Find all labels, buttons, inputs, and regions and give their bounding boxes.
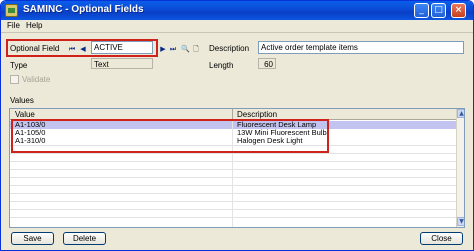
- close-window-button[interactable]: ×: [451, 3, 466, 18]
- row-divider: [10, 217, 456, 218]
- row-divider: [10, 161, 456, 162]
- length-label: Length: [209, 61, 234, 70]
- window-title: SAMINC - Optional Fields: [23, 4, 144, 15]
- menu-help[interactable]: Help: [26, 21, 42, 30]
- optional-fields-window: SAMINC - Optional Fields _ □ × File Help…: [0, 0, 474, 251]
- title-bar[interactable]: SAMINC - Optional Fields _ □ ×: [1, 1, 473, 20]
- description-field[interactable]: Active order template items: [258, 41, 464, 54]
- app-icon: [5, 4, 18, 17]
- menu-file[interactable]: File: [7, 21, 20, 30]
- validate-label: Validate: [22, 75, 51, 84]
- minimize-button[interactable]: _: [414, 3, 429, 18]
- row-divider: [10, 185, 456, 186]
- finder-icon[interactable]: 🔍: [181, 45, 190, 53]
- next-record-icon[interactable]: ▶: [159, 45, 167, 53]
- optional-field-label: Optional Field: [10, 44, 60, 53]
- type-field: Text: [91, 58, 153, 69]
- save-button[interactable]: Save: [11, 232, 54, 245]
- maximize-button[interactable]: □: [431, 3, 446, 18]
- delete-button[interactable]: Delete: [63, 232, 106, 245]
- row-divider: [10, 201, 456, 202]
- column-header-value[interactable]: Value: [15, 110, 35, 119]
- previous-record-icon[interactable]: ◀: [79, 45, 87, 53]
- new-document-icon[interactable]: 🗋: [192, 45, 200, 53]
- menu-bar: File Help: [1, 20, 473, 32]
- optional-field-input[interactable]: ACTIVE: [91, 41, 153, 54]
- row-divider: [10, 209, 456, 210]
- scroll-down-icon[interactable]: ▼: [457, 217, 464, 226]
- scroll-up-icon[interactable]: ▲: [457, 109, 464, 118]
- type-label: Type: [10, 61, 28, 70]
- last-record-icon[interactable]: ⏭: [169, 45, 177, 53]
- validate-checkbox[interactable]: [10, 75, 19, 84]
- menu-divider: [1, 32, 473, 33]
- row-divider: [10, 169, 456, 170]
- rows-highlight: [11, 119, 329, 153]
- vertical-scrollbar[interactable]: ▲ ▼: [456, 109, 464, 227]
- row-divider: [10, 153, 456, 154]
- close-button[interactable]: Close: [420, 232, 463, 245]
- column-header-description[interactable]: Description: [237, 110, 277, 119]
- row-divider: [10, 193, 456, 194]
- row-divider: [10, 177, 456, 178]
- description-label: Description: [209, 44, 250, 53]
- length-field: 60: [258, 58, 276, 69]
- values-label: Values: [10, 96, 34, 105]
- first-record-icon[interactable]: ⏮: [68, 45, 76, 53]
